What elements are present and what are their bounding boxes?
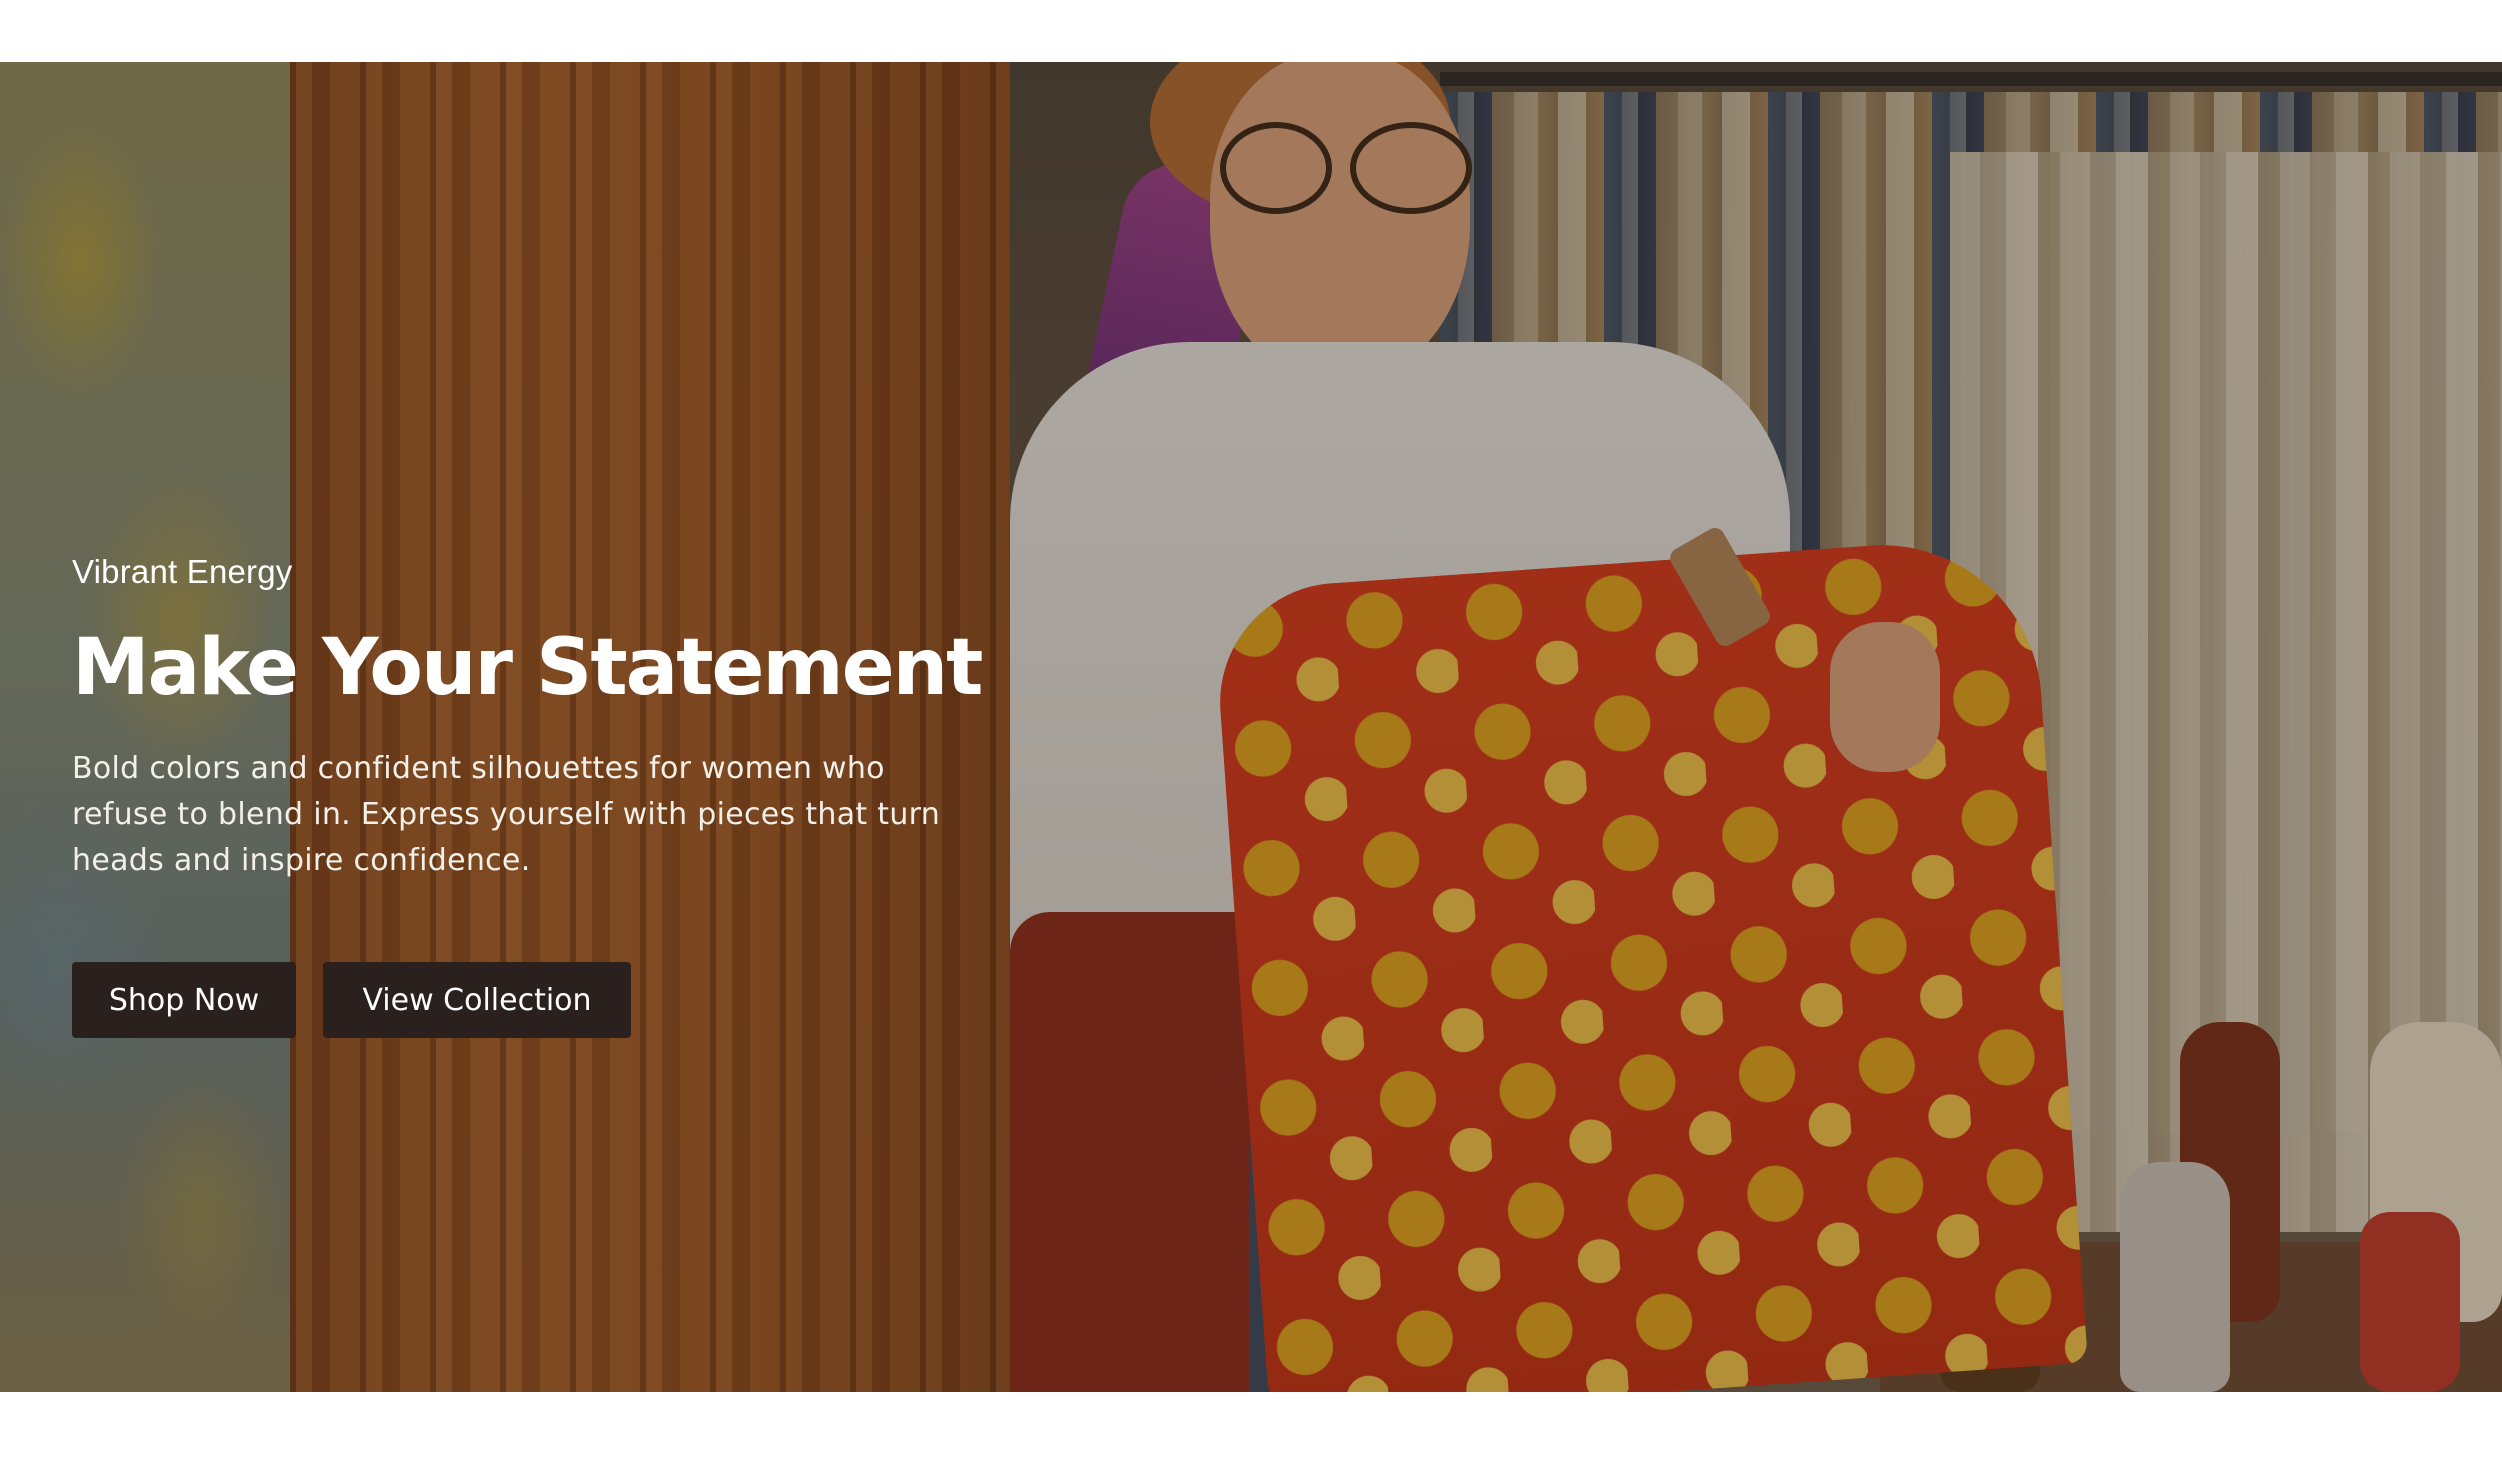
hero-eyebrow: Vibrant Energy — [72, 553, 293, 590]
hero-actions: Shop Now View Collection — [72, 962, 972, 1038]
hero-description: Bold colors and confident silhouettes fo… — [72, 751, 941, 878]
shop-now-button[interactable]: Shop Now — [72, 962, 296, 1038]
page: Vibrant Energy Make Your Statement Bold … — [0, 0, 2502, 1466]
view-collection-button[interactable]: View Collection — [323, 962, 631, 1038]
hero-headline: Make Your Statement — [72, 623, 983, 713]
hero-banner: Vibrant Energy Make Your Statement Bold … — [0, 62, 2502, 1392]
hero-content: Vibrant Energy Make Your Statement Bold … — [72, 548, 983, 1038]
